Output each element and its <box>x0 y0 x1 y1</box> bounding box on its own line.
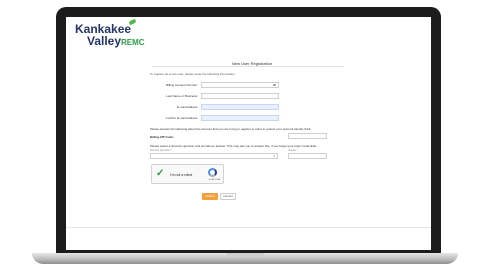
kankakee-valley-logo[interactable]: Kankakee ValleyREMC <box>75 18 145 47</box>
answer-label: Answer * <box>288 149 299 152</box>
identity-prompt: Please answer the following about the ac… <box>150 127 312 131</box>
submit-button[interactable]: Submit <box>202 193 218 200</box>
billing-zip-input[interactable] <box>288 133 327 139</box>
last-name-label: Last Name or Business: <box>166 94 198 98</box>
billing-account-label: Billing Account Number: <box>166 83 198 87</box>
chevron-down-icon: ▾ <box>273 154 275 158</box>
security-question-label: Security Question * <box>150 149 172 152</box>
cancel-button[interactable]: Cancel <box>220 193 236 200</box>
confirm-email-input[interactable] <box>201 115 279 121</box>
autofill-key-icon <box>273 84 276 86</box>
title-divider <box>152 66 344 67</box>
browser-screen: Kankakee ValleyREMC New User Registratio… <box>66 17 431 250</box>
email-input[interactable] <box>201 104 279 110</box>
recaptcha-logo-icon <box>208 168 217 177</box>
laptop-base-notch <box>226 253 264 257</box>
footer-divider <box>66 227 431 228</box>
recaptcha-brand: reCAPTCHA <box>208 179 220 181</box>
confirm-email-label: Confirm E-mail Address: <box>165 116 198 120</box>
logo-name-valley: Valley <box>87 34 122 48</box>
checkmark-icon[interactable]: ✓ <box>156 169 164 179</box>
answer-input[interactable] <box>288 153 327 159</box>
email-label: E-mail Address: <box>176 105 198 109</box>
logo-name-remc: REMC <box>121 38 145 47</box>
laptop-base <box>32 253 458 264</box>
billing-account-input[interactable] <box>201 82 279 88</box>
recaptcha-widget: ✓ I'm not a robot reCAPTCHA <box>151 164 224 184</box>
billing-zip-label: Billing ZIP Code: <box>150 135 174 139</box>
security-question-select[interactable]: ▾ <box>150 153 278 159</box>
security-prompt: Please select a Security question and pr… <box>150 144 317 148</box>
intro-text: To register as a new user, please enter … <box>150 72 236 76</box>
captcha-label: I'm not a robot <box>170 173 193 177</box>
logo-name-line2: ValleyREMC <box>87 35 145 47</box>
site-header: Kankakee ValleyREMC <box>66 17 431 67</box>
last-name-input[interactable] <box>201 93 279 99</box>
